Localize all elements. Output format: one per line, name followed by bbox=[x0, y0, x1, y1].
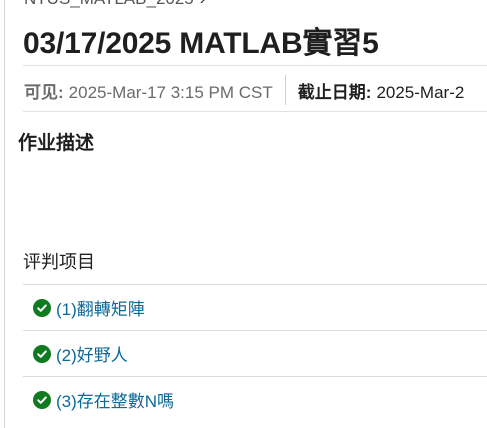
meta-divider bbox=[284, 75, 286, 105]
check-circle-icon bbox=[33, 390, 51, 409]
due-date: 截止日期: 2025-Mar-2 bbox=[298, 78, 465, 103]
judge-item: (2)好野人 bbox=[23, 330, 487, 376]
judge-items-list: (1)翻轉矩陣 (2)好野人 (3)存在整數N嗎 bbox=[23, 284, 487, 422]
chevron-right-icon: › bbox=[200, 0, 206, 8]
availability-label: 可见: bbox=[24, 82, 64, 102]
meta-top-divider bbox=[23, 65, 487, 66]
judge-items-heading: 评判项目 bbox=[23, 252, 95, 272]
meta-bottom-divider bbox=[23, 111, 487, 112]
check-circle-icon bbox=[33, 298, 51, 317]
page-title: 03/17/2025 MATLAB實習5 bbox=[23, 27, 379, 60]
due-date-value: 2025-Mar-2 bbox=[376, 82, 465, 102]
left-border bbox=[4, 0, 5, 428]
judge-item-link[interactable]: (1)翻轉矩陣 bbox=[56, 295, 145, 320]
judge-item: (1)翻轉矩陣 bbox=[23, 284, 487, 330]
breadcrumb: NTUS_MATLAB_2025 › bbox=[24, 0, 205, 9]
check-circle-icon bbox=[33, 344, 51, 363]
judge-item-link[interactable]: (3)存在整數N嗎 bbox=[56, 387, 174, 412]
assignment-meta: 可见: 2025-Mar-17 3:15 PM CST 截止日期: 2025-Mar… bbox=[24, 75, 465, 105]
breadcrumb-course-link[interactable]: NTUS_MATLAB_2025 bbox=[24, 0, 194, 8]
availability-value: 2025-Mar-17 3:15 PM CST bbox=[68, 82, 273, 102]
description-heading: 作业描述 bbox=[18, 133, 95, 154]
judge-item: (3)存在整數N嗎 bbox=[23, 376, 487, 422]
due-date-label: 截止日期: bbox=[297, 82, 372, 102]
judge-item-link[interactable]: (2)好野人 bbox=[56, 341, 128, 366]
availability: 可见: 2025-Mar-17 3:15 PM CST bbox=[24, 78, 273, 103]
